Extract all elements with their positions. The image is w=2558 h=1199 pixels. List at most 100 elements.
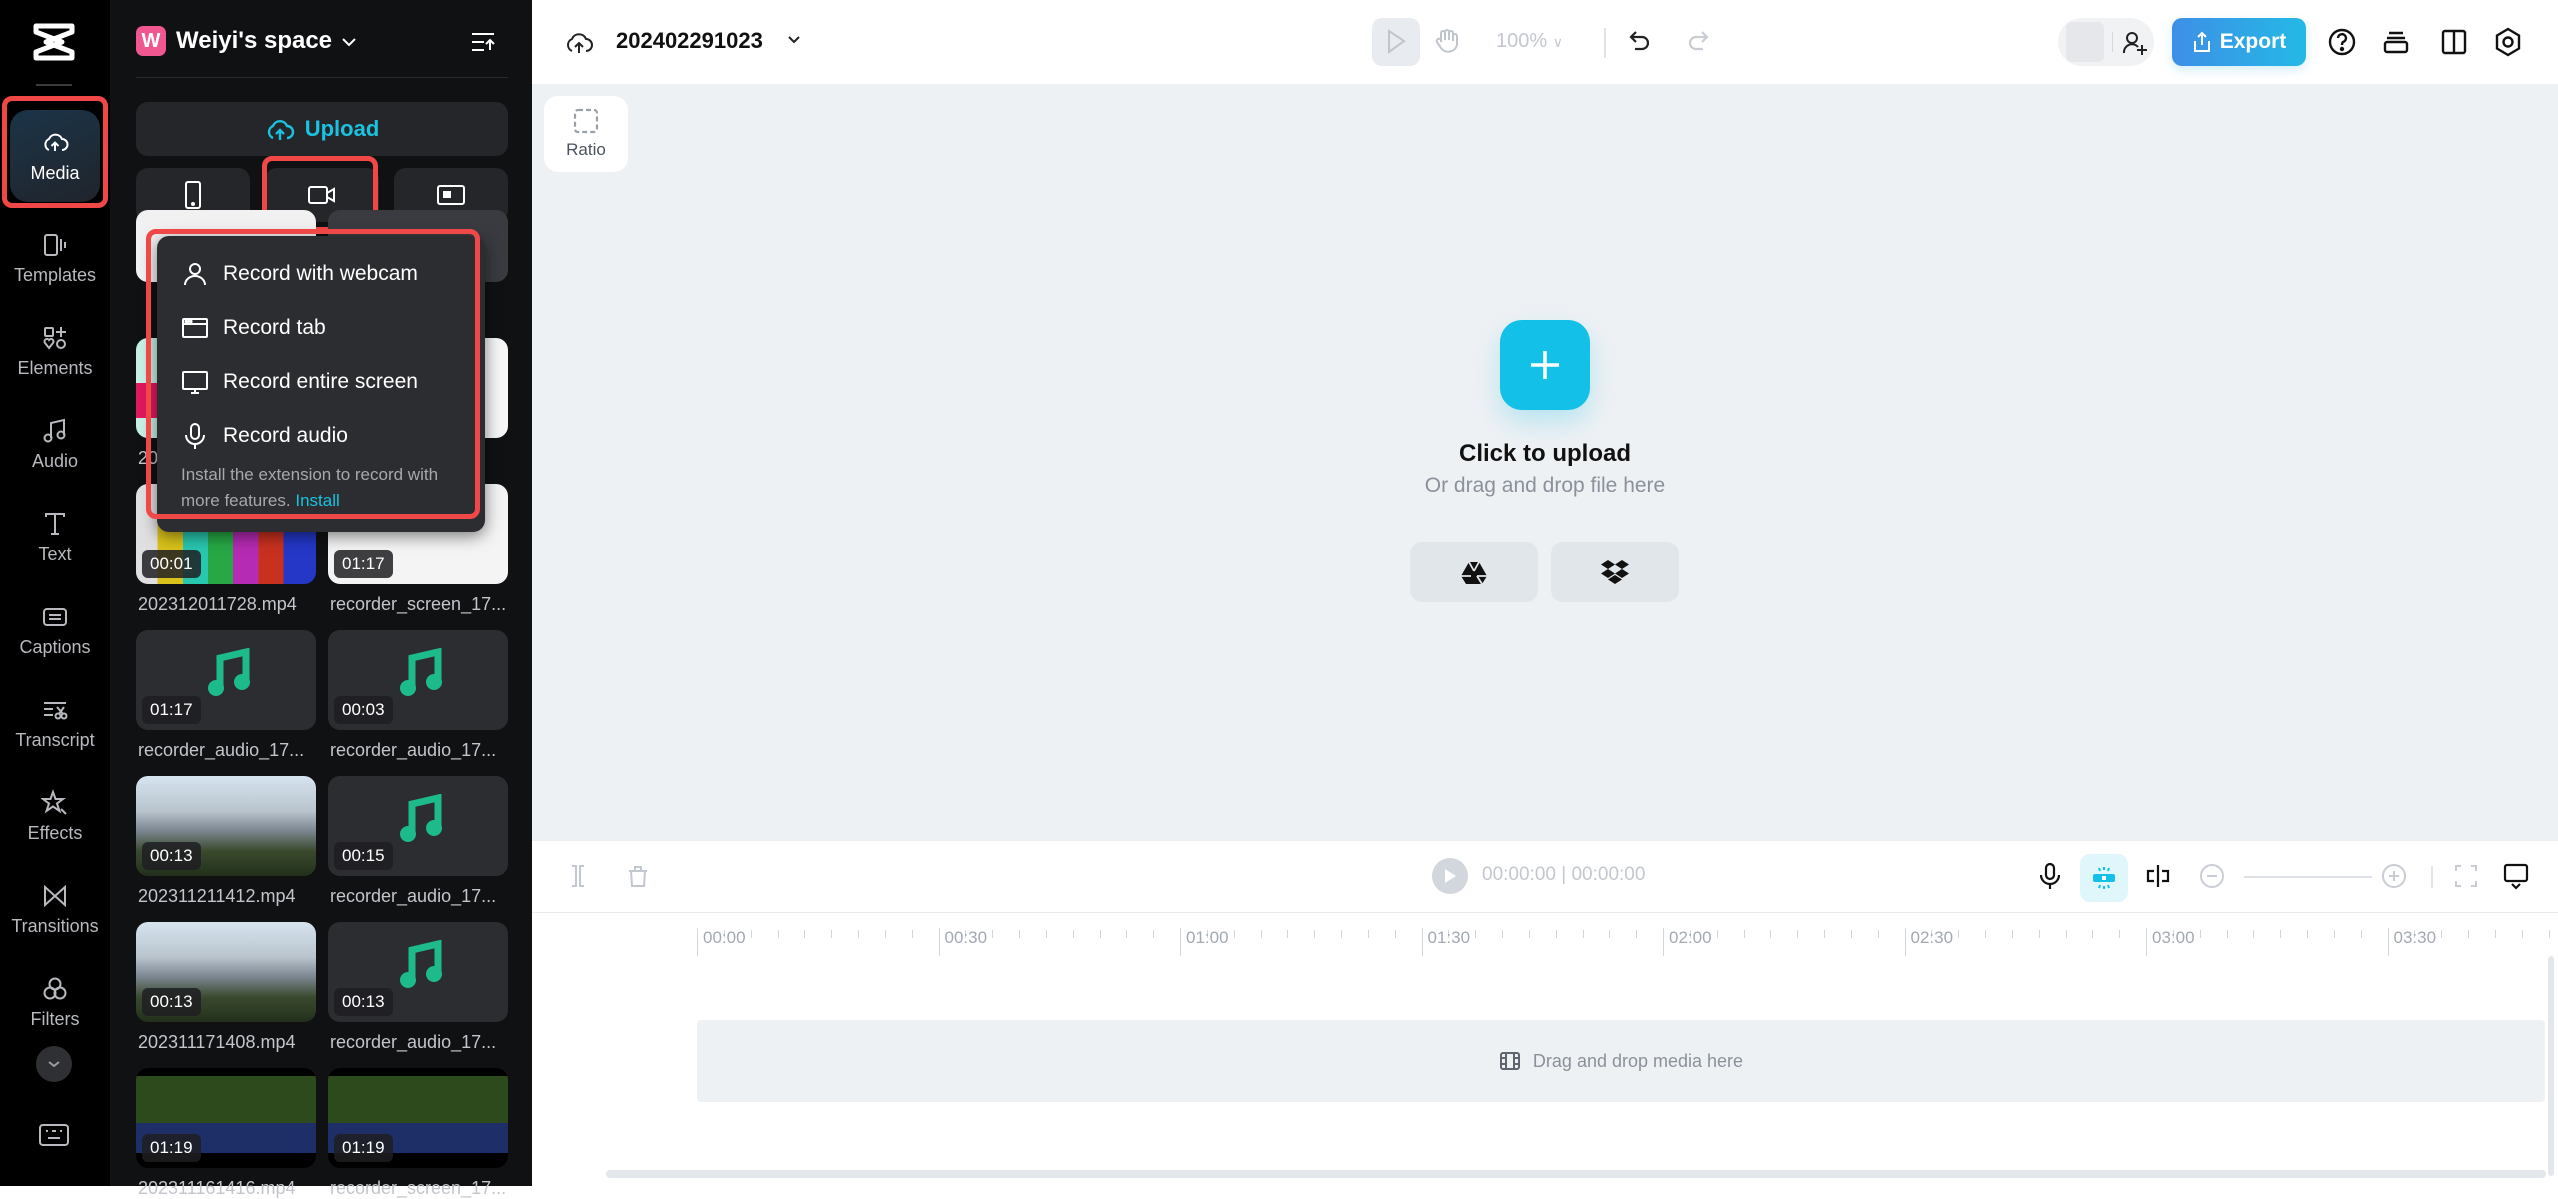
ruler-label: 03:30 — [2393, 928, 2437, 947]
toolbar-divider — [2431, 866, 2433, 888]
chevron-down-icon[interactable] — [340, 36, 358, 48]
ratio-button[interactable]: Ratio — [544, 96, 628, 172]
rail-item-elements[interactable]: Elements — [10, 309, 100, 393]
media-file-name: recorder_audio_17... — [330, 1032, 497, 1052]
music-note-icon — [43, 418, 66, 442]
hand-tool-icon[interactable] — [1432, 26, 1462, 56]
play-button[interactable] — [1432, 858, 1468, 894]
delete-icon[interactable] — [624, 862, 652, 890]
music-note-icon — [400, 940, 442, 988]
project-name[interactable]: 202402291023 — [616, 28, 763, 54]
video-thumbnail[interactable]: 00:13 — [136, 922, 316, 1022]
plus-icon — [1531, 351, 1559, 379]
vertical-scrollbar[interactable] — [2548, 956, 2554, 1176]
current-time: 00:00:00 — [1482, 864, 1556, 885]
video-thumbnail[interactable]: 01:19 — [328, 1068, 508, 1168]
duration-badge: 00:13 — [334, 988, 393, 1016]
horizontal-scrollbar[interactable] — [606, 1170, 2546, 1178]
music-note-icon — [400, 648, 442, 696]
duration-badge: 01:19 — [334, 1134, 393, 1162]
rail-item-templates[interactable]: Templates — [10, 216, 100, 300]
chevron-down-icon[interactable] — [786, 34, 802, 46]
panel-divider — [136, 77, 508, 78]
rail-item-filters[interactable]: Filters — [10, 960, 100, 1044]
rail-item-effects[interactable]: Effects — [10, 774, 100, 858]
split-alignment-icon[interactable] — [2144, 862, 2172, 890]
ruler-major-tick — [697, 928, 698, 956]
upload-button[interactable]: Upload — [136, 102, 508, 156]
ruler-label: 01:00 — [1186, 928, 1229, 947]
ruler-divider — [532, 912, 2558, 913]
ruler-minor-tick — [2280, 930, 2282, 938]
zoom-in-icon[interactable] — [2380, 862, 2408, 890]
workspace-name[interactable]: Weiyi's space — [176, 26, 332, 56]
ruler-minor-tick — [2333, 930, 2335, 938]
microphone-icon[interactable] — [2036, 862, 2064, 890]
sort-icon[interactable] — [470, 30, 496, 54]
ruler-minor-tick — [1716, 930, 1718, 938]
ruler-minor-tick — [884, 930, 886, 938]
audio-thumbnail[interactable]: 00:13 — [328, 922, 508, 1022]
ruler-minor-tick — [1636, 930, 1638, 938]
redo-icon[interactable] — [1684, 28, 1712, 56]
divider — [2112, 32, 2113, 52]
undo-icon[interactable] — [1626, 28, 1654, 56]
ruler-minor-tick — [2253, 930, 2255, 938]
ruler-minor-tick — [1743, 930, 1745, 938]
film-strip-icon — [1499, 1052, 1520, 1070]
rail-item-text[interactable]: Text — [10, 495, 100, 579]
audio-thumbnail[interactable]: 00:15 — [328, 776, 508, 876]
dropbox-icon — [1601, 560, 1629, 584]
google-drive-button[interactable] — [1410, 542, 1538, 602]
audio-thumbnail[interactable]: 01:17 — [136, 630, 316, 730]
ruler-minor-tick — [2065, 930, 2067, 938]
avatar[interactable] — [2066, 22, 2104, 62]
duration-badge: 00:15 — [334, 842, 393, 870]
elements-icon — [43, 326, 66, 350]
ruler-minor-tick — [1958, 930, 1960, 938]
click-to-upload-button[interactable] — [1500, 320, 1590, 410]
auto-snap-button[interactable] — [2080, 854, 2128, 902]
split-icon[interactable] — [564, 862, 592, 890]
rail-item-transitions[interactable]: Transitions — [10, 867, 100, 951]
ruler-minor-tick — [777, 930, 779, 938]
cursor-icon — [1388, 29, 1406, 54]
ruler-minor-tick — [2011, 930, 2013, 938]
track-placeholder: Drag and drop media here — [1532, 1050, 1744, 1071]
ruler-minor-tick — [1314, 930, 1316, 938]
keyboard-shortcuts-icon[interactable] — [38, 1122, 70, 1148]
settings-icon[interactable] — [2492, 26, 2524, 58]
upload-title[interactable]: Click to upload — [1380, 440, 1710, 468]
timeline-zoom-slider[interactable] — [2244, 876, 2372, 878]
ruler-minor-tick — [2119, 930, 2121, 938]
select-tool-button[interactable] — [1372, 18, 1420, 66]
duration-badge: 00:13 — [142, 842, 201, 870]
zoom-out-icon[interactable] — [2198, 862, 2226, 890]
zoom-level-dropdown[interactable]: 100% ∨ — [1496, 30, 1563, 53]
dropbox-button[interactable] — [1551, 542, 1679, 602]
video-thumbnail[interactable]: 01:19 — [136, 1068, 316, 1168]
add-user-icon[interactable] — [2122, 30, 2148, 56]
rail-item-transcript[interactable]: Transcript — [10, 681, 100, 765]
transitions-icon — [44, 884, 66, 907]
cloud-upload-icon — [267, 120, 294, 140]
fullscreen-icon[interactable] — [2452, 862, 2480, 890]
layout-panel-icon[interactable] — [2438, 26, 2470, 58]
media-drop-track[interactable]: Drag and drop media here — [697, 1020, 2545, 1102]
preview-monitor-icon[interactable] — [2502, 862, 2530, 890]
music-note-icon — [400, 794, 442, 842]
video-thumbnail[interactable]: 00:13 — [136, 776, 316, 876]
layers-icon[interactable] — [2380, 26, 2412, 58]
audio-thumbnail[interactable]: 00:03 — [328, 630, 508, 730]
share-icon — [2193, 31, 2210, 52]
more-tools-button[interactable] — [36, 1046, 72, 1082]
toolbar-divider — [1604, 28, 1606, 58]
ruler-minor-tick — [1394, 930, 1396, 938]
export-button[interactable]: Export — [2172, 18, 2306, 66]
ruler-minor-tick — [1850, 930, 1852, 938]
ruler-major-tick — [2146, 928, 2147, 956]
rail-item-audio[interactable]: Audio — [10, 402, 100, 486]
help-icon[interactable] — [2326, 26, 2358, 58]
ruler-minor-tick — [2226, 930, 2228, 938]
rail-item-captions[interactable]: Captions — [10, 588, 100, 672]
